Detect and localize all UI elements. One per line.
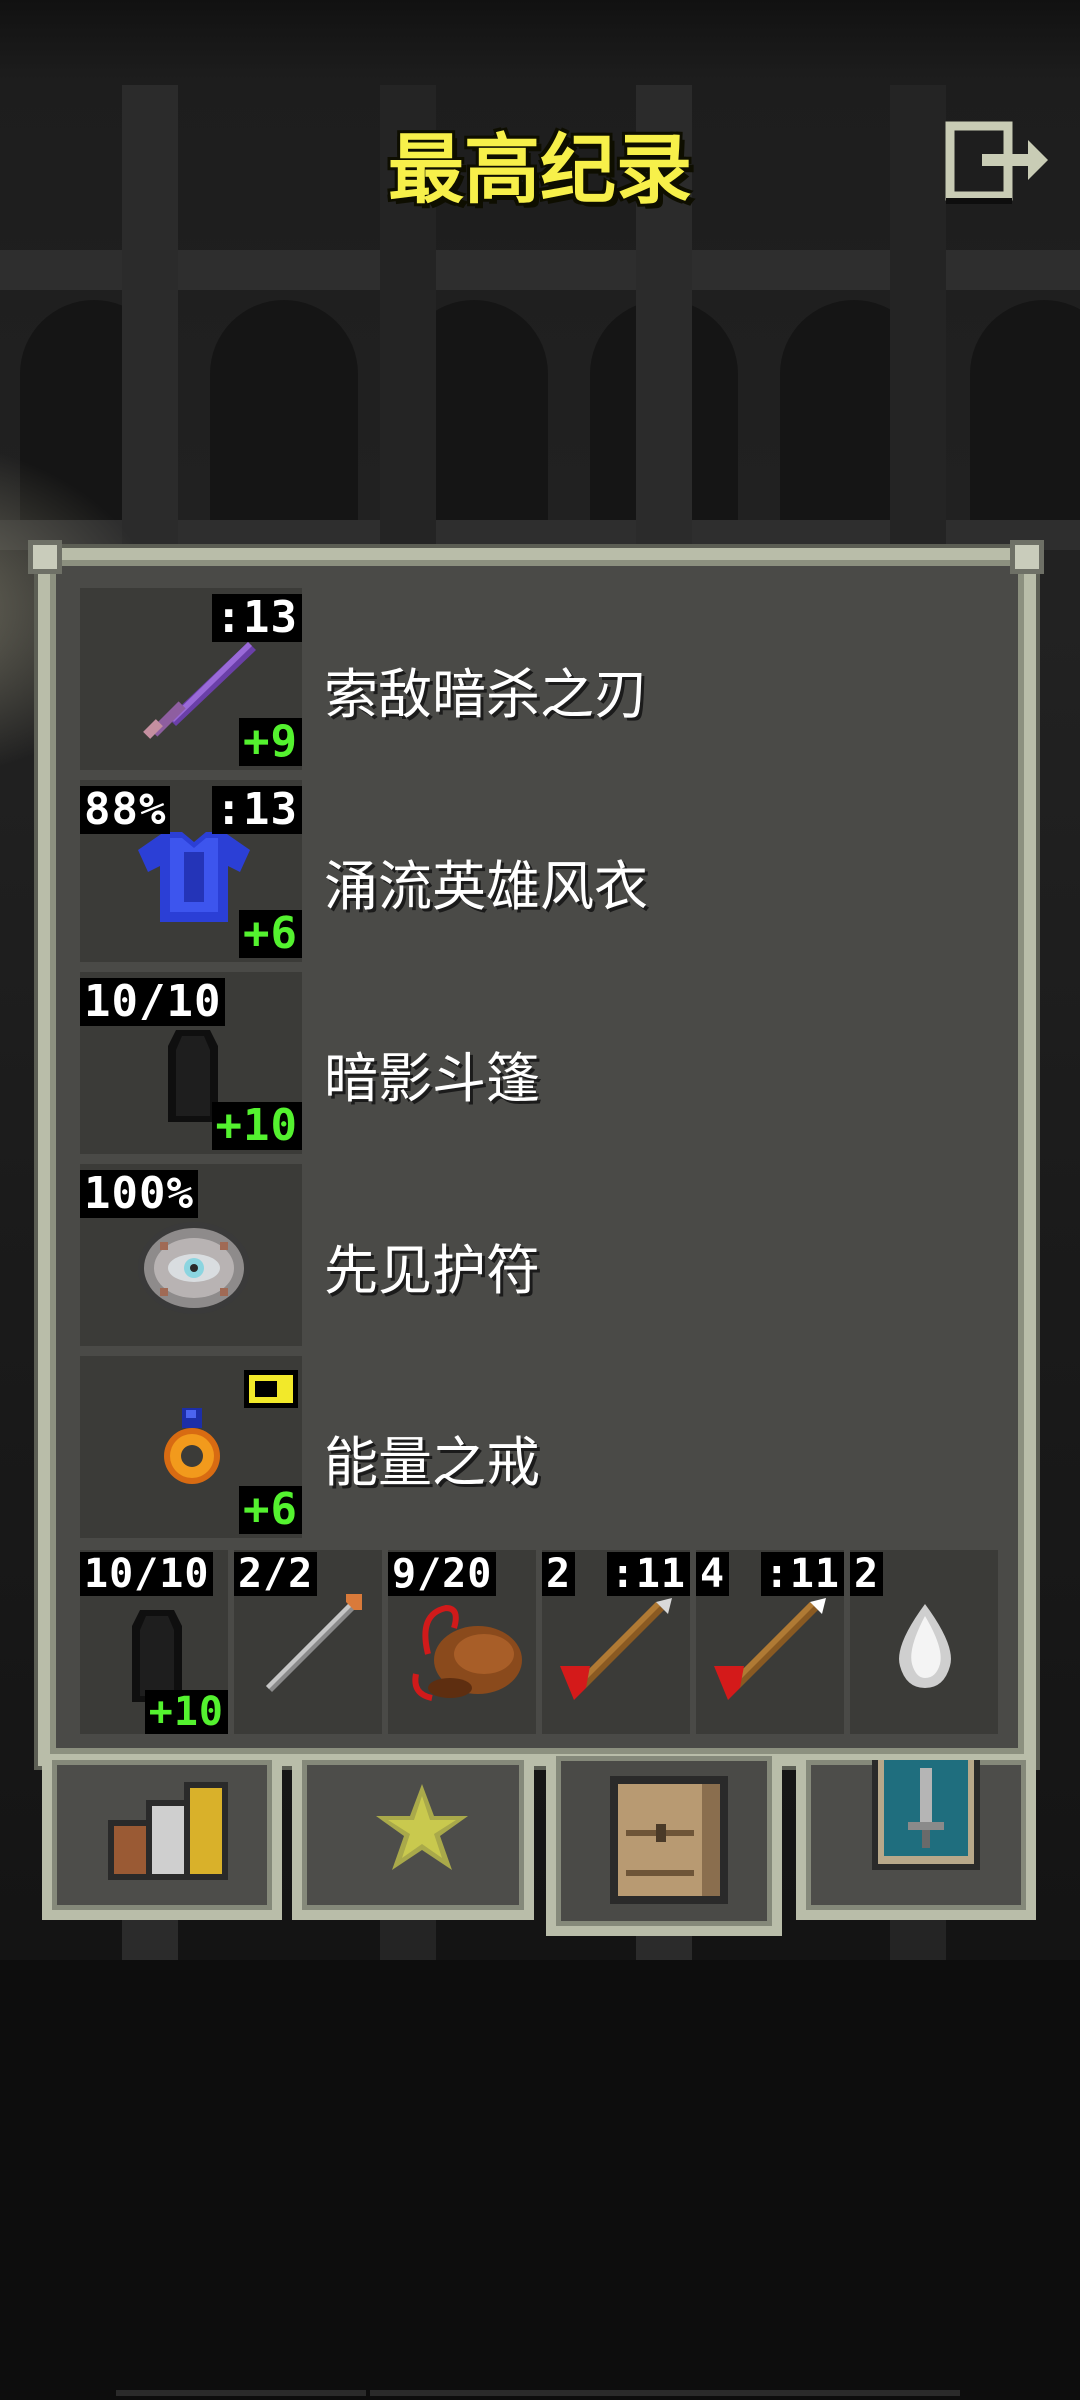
sword-journal-icon xyxy=(872,1760,980,1870)
exit-door-icon xyxy=(945,121,1048,204)
star-badge-icon xyxy=(376,1784,468,1870)
item-upgrade-bonus: +6 xyxy=(239,910,302,958)
backpack-icon xyxy=(610,1776,728,1904)
quickslot[interactable]: 2 xyxy=(850,1550,998,1734)
equipment-slot-misc[interactable]: 100% xyxy=(80,1164,302,1346)
floor-shadow xyxy=(0,1960,1080,2400)
item-durability: 88% xyxy=(80,786,171,834)
quickslot[interactable]: 9/20 xyxy=(388,1550,536,1734)
panel-corner xyxy=(28,540,62,574)
quickslot-quantity: 2 xyxy=(850,1552,884,1596)
item-name[interactable]: 能量之戒 xyxy=(324,1418,540,1497)
item-level: :13 xyxy=(211,786,302,834)
unidentified-badge xyxy=(244,1370,298,1408)
page-title: 最高纪录 xyxy=(388,125,692,214)
quickslot-charge: 9/20 xyxy=(388,1552,497,1596)
eye-amulet-icon xyxy=(138,1222,250,1314)
white-seed-icon xyxy=(899,1604,951,1688)
blue-armor-icon xyxy=(138,832,250,922)
tab-stats[interactable] xyxy=(42,1760,282,1920)
game-screen: 最高纪录 :13 +9 索敌暗杀之刃 88% :13 +6 涌流英雄风衣 10/… xyxy=(0,0,1080,2400)
whip-horn-icon xyxy=(412,1604,522,1701)
energy-ring-icon xyxy=(164,1408,220,1484)
quickslot-charge: 10/10 xyxy=(80,1552,214,1596)
panel-corner xyxy=(1010,540,1044,574)
quickslot-level: :11 xyxy=(760,1552,844,1596)
quickslot-quantity: 4 xyxy=(696,1552,730,1596)
equipment-slot-artifact[interactable]: 10/10 +10 xyxy=(80,972,302,1154)
tab-inventory[interactable] xyxy=(546,1756,782,1936)
tab-journal[interactable] xyxy=(796,1760,1036,1920)
quickslot[interactable]: 2 :11 xyxy=(542,1550,690,1734)
item-name[interactable]: 涌流英雄风衣 xyxy=(324,842,648,921)
item-upgrade-bonus: +10 xyxy=(211,1102,302,1150)
quickslot[interactable]: 4 :11 xyxy=(696,1550,844,1734)
item-name[interactable]: 先见护符 xyxy=(324,1226,540,1305)
exit-button[interactable] xyxy=(942,118,1052,208)
quickslot[interactable]: 10/10 +10 xyxy=(80,1550,228,1734)
equipment-slot-ring[interactable]: +6 xyxy=(80,1356,302,1538)
item-name[interactable]: 暗影斗篷 xyxy=(324,1034,540,1113)
tab-badges[interactable] xyxy=(292,1760,534,1920)
item-name[interactable]: 索敌暗杀之刃 xyxy=(324,650,648,729)
quickslot[interactable]: 2/2 xyxy=(234,1550,382,1734)
item-charge: 100% xyxy=(80,1170,198,1218)
equipment-slot-weapon[interactable]: :13 +9 xyxy=(80,588,302,770)
red-dart-icon xyxy=(714,1598,826,1700)
item-level: :13 xyxy=(211,594,302,642)
nav-hint-bar xyxy=(370,2390,960,2396)
item-charge: 10/10 xyxy=(80,978,226,1026)
quickslot-bonus: +10 xyxy=(144,1690,228,1734)
quickslot-level: :11 xyxy=(606,1552,690,1596)
wand-icon xyxy=(266,1594,362,1692)
quickslot-quantity: 2 xyxy=(542,1552,576,1596)
equipment-slot-armor[interactable]: 88% :13 +6 xyxy=(80,780,302,962)
nav-hint-bar xyxy=(116,2390,366,2396)
red-dart-icon xyxy=(560,1598,672,1700)
item-upgrade-bonus: +9 xyxy=(239,718,302,766)
stats-icon xyxy=(108,1782,228,1880)
item-upgrade-bonus: +6 xyxy=(239,1486,302,1534)
quickslot-charge: 2/2 xyxy=(234,1552,318,1596)
